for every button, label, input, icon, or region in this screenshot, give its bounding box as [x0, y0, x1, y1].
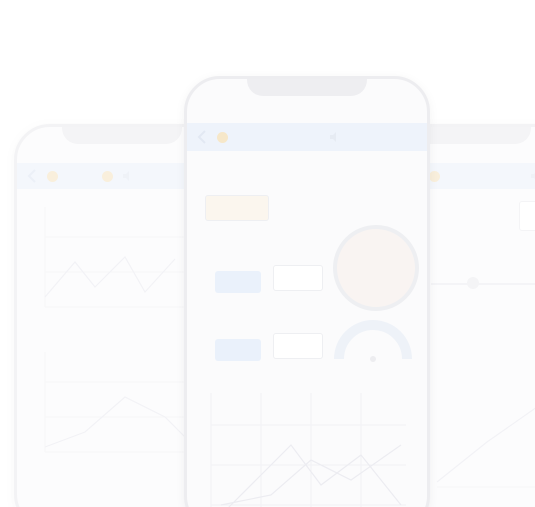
action-button-2[interactable]: [215, 339, 261, 361]
status-dot-icon: [47, 170, 58, 182]
action-button-1[interactable]: [215, 271, 261, 293]
knob-control[interactable]: [333, 225, 419, 311]
value-display: [205, 195, 269, 221]
status-dot-icon: [102, 170, 113, 182]
phone-notch: [62, 127, 182, 144]
back-chevron-icon[interactable]: [195, 130, 209, 144]
slider[interactable]: [431, 283, 535, 285]
status-dot-icon: [429, 170, 440, 182]
speaker-icon[interactable]: [529, 169, 535, 183]
back-chevron-icon[interactable]: [25, 169, 39, 183]
center-line-chart: [210, 393, 406, 507]
line-chart-top: [44, 207, 190, 308]
input-field-1[interactable]: [273, 265, 323, 291]
phone-center: [184, 76, 430, 507]
input-field[interactable]: [519, 201, 535, 231]
showcase-stage: [0, 0, 535, 507]
input-field-2[interactable]: [273, 333, 323, 359]
phone-notch: [247, 79, 367, 96]
line-chart: [436, 407, 535, 488]
gauge: [334, 320, 412, 362]
speaker-icon[interactable]: [121, 169, 135, 183]
status-dot-icon: [217, 131, 228, 143]
line-chart-bottom: [44, 352, 191, 453]
app-bar: [187, 123, 427, 151]
speaker-icon[interactable]: [328, 130, 342, 144]
slider-thumb[interactable]: [467, 277, 479, 289]
